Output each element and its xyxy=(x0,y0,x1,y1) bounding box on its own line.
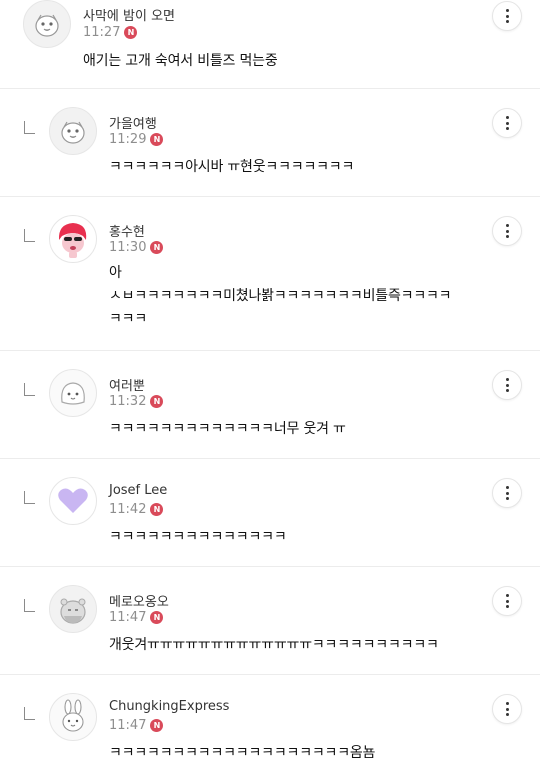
comment-author[interactable]: 홍수현 xyxy=(109,221,145,240)
avatar[interactable] xyxy=(23,0,71,48)
comment-text: 개웃겨ㅠㅠㅠㅠㅠㅠㅠㅠㅠㅠㅠㅠㅠㅋㅋㅋㅋㅋㅋㅋㅋㅋㅋ xyxy=(109,637,439,653)
avatar[interactable] xyxy=(49,215,97,263)
hamster-icon xyxy=(60,598,86,624)
new-badge: N xyxy=(150,133,164,146)
comment-meta: 11:29 N xyxy=(109,132,164,147)
new-badge: N xyxy=(124,26,138,39)
comment-item: 홍수현 11:30 N 아 ㅅㅂㅋㅋㅋㅋㅋㅋㅋ미쳤나봙ㅋㅋㅋㅋㅋㅋㅋ비틀즉ㅋㅋㅋ… xyxy=(0,197,540,351)
comment-meta: 11:30 N xyxy=(109,240,164,255)
reply-arrow-icon xyxy=(24,707,35,720)
more-vertical-icon xyxy=(505,594,509,608)
comment-time: 11:32 xyxy=(109,394,147,409)
comment-item: 가을여행 11:29 N ㅋㅋㅋㅋㅋㅋ아시바 ㅠ현웃ㅋㅋㅋㅋㅋㅋㅋ xyxy=(0,89,540,197)
comment-time: 11:30 xyxy=(109,240,147,255)
comment-time: 11:27 xyxy=(83,25,121,40)
more-options-button[interactable] xyxy=(492,216,522,246)
comment-item: 메로오옹오 11:47 N 개웃겨ㅠㅠㅠㅠㅠㅠㅠㅠㅠㅠㅠㅠㅠㅋㅋㅋㅋㅋㅋㅋㅋㅋㅋ xyxy=(0,567,540,675)
comment-meta: 11:32 N xyxy=(109,394,164,409)
avatar[interactable] xyxy=(49,693,97,741)
more-vertical-icon xyxy=(505,378,509,392)
avatar[interactable] xyxy=(49,477,97,525)
comment-text-line: ㅋㅋㅋ xyxy=(109,311,148,327)
comment-text: ㅋㅋㅋㅋㅋㅋ아시바 ㅠ현웃ㅋㅋㅋㅋㅋㅋㅋ xyxy=(109,159,355,175)
red-hair-character-icon xyxy=(58,223,87,258)
rabbit-icon xyxy=(62,699,84,732)
avatar[interactable] xyxy=(49,585,97,633)
new-badge: N xyxy=(150,395,164,408)
reply-arrow-icon xyxy=(24,491,35,504)
comment-meta: 11:27 N xyxy=(83,25,138,40)
reply-arrow-icon xyxy=(24,121,35,134)
bird-mascot-icon xyxy=(61,121,85,144)
reply-arrow-icon xyxy=(24,229,35,242)
comment-meta: 11:47 N xyxy=(109,718,164,733)
more-vertical-icon xyxy=(505,224,509,238)
purple-heart-icon xyxy=(58,488,88,513)
more-options-button[interactable] xyxy=(492,586,522,616)
more-options-button[interactable] xyxy=(492,370,522,400)
comment-meta: 11:47 N xyxy=(109,610,164,625)
more-options-button[interactable] xyxy=(492,108,522,138)
avatar[interactable] xyxy=(49,369,97,417)
more-vertical-icon xyxy=(505,9,509,23)
more-options-button[interactable] xyxy=(492,478,522,508)
more-vertical-icon xyxy=(505,116,509,130)
comment-author[interactable]: 여러뿐 xyxy=(109,375,145,394)
more-vertical-icon xyxy=(505,702,509,716)
comment-time: 11:42 xyxy=(109,502,147,517)
round-ghost-icon xyxy=(61,382,85,405)
comment-item: 사막에 밤이 오면 11:27 N 애기는 고개 숙여서 비틀즈 먹는중 xyxy=(0,0,540,89)
comment-text: ㅋㅋㅋㅋㅋㅋㅋㅋㅋㅋㅋㅋㅋㅋㅋㅋㅋㅋㅋ옴뇸 xyxy=(109,745,376,761)
comment-text-line: 아 xyxy=(109,265,122,281)
bird-mascot-icon xyxy=(35,14,59,37)
comment-item: Josef Lee 11:42 N ㅋㅋㅋㅋㅋㅋㅋㅋㅋㅋㅋㅋㅋㅋ xyxy=(0,459,540,567)
comment-author[interactable]: Josef Lee xyxy=(109,483,167,498)
comment-text: 애기는 고개 숙여서 비틀즈 먹는중 xyxy=(83,53,278,69)
new-badge: N xyxy=(150,719,164,732)
reply-arrow-icon xyxy=(24,599,35,612)
more-vertical-icon xyxy=(505,486,509,500)
comment-time: 11:29 xyxy=(109,132,147,147)
comment-item: ChungkingExpress 11:47 N ㅋㅋㅋㅋㅋㅋㅋㅋㅋㅋㅋㅋㅋㅋㅋ… xyxy=(0,675,540,775)
comment-text: ㅋㅋㅋㅋㅋㅋㅋㅋㅋㅋㅋㅋㅋㅋ xyxy=(109,529,287,545)
comment-meta: 11:42 N xyxy=(109,502,164,517)
comment-author[interactable]: 가을여행 xyxy=(109,113,157,132)
comment-text: 아 ㅅㅂㅋㅋㅋㅋㅋㅋㅋ미쳤나봙ㅋㅋㅋㅋㅋㅋㅋ비틀즉ㅋㅋㅋㅋ ㅋㅋㅋ xyxy=(109,262,452,331)
new-badge: N xyxy=(150,241,164,254)
new-badge: N xyxy=(150,611,164,624)
comment-text-line: ㅅㅂㅋㅋㅋㅋㅋㅋㅋ미쳤나봙ㅋㅋㅋㅋㅋㅋㅋ비틀즉ㅋㅋㅋㅋ xyxy=(109,288,452,304)
new-badge: N xyxy=(150,503,164,516)
comment-author[interactable]: 사막에 밤이 오면 xyxy=(83,5,175,24)
comment-author[interactable]: 메로오옹오 xyxy=(109,591,169,610)
more-options-button[interactable] xyxy=(492,694,522,724)
comment-item: 여러뿐 11:32 N ㅋㅋㅋㅋㅋㅋㅋㅋㅋㅋㅋㅋㅋ너무 웃겨 ㅠ xyxy=(0,351,540,459)
comment-time: 11:47 xyxy=(109,718,147,733)
avatar[interactable] xyxy=(49,107,97,155)
comment-time: 11:47 xyxy=(109,610,147,625)
reply-arrow-icon xyxy=(24,383,35,396)
comment-author[interactable]: ChungkingExpress xyxy=(109,699,229,714)
more-options-button[interactable] xyxy=(492,1,522,31)
comment-text: ㅋㅋㅋㅋㅋㅋㅋㅋㅋㅋㅋㅋㅋ너무 웃겨 ㅠ xyxy=(109,421,346,437)
